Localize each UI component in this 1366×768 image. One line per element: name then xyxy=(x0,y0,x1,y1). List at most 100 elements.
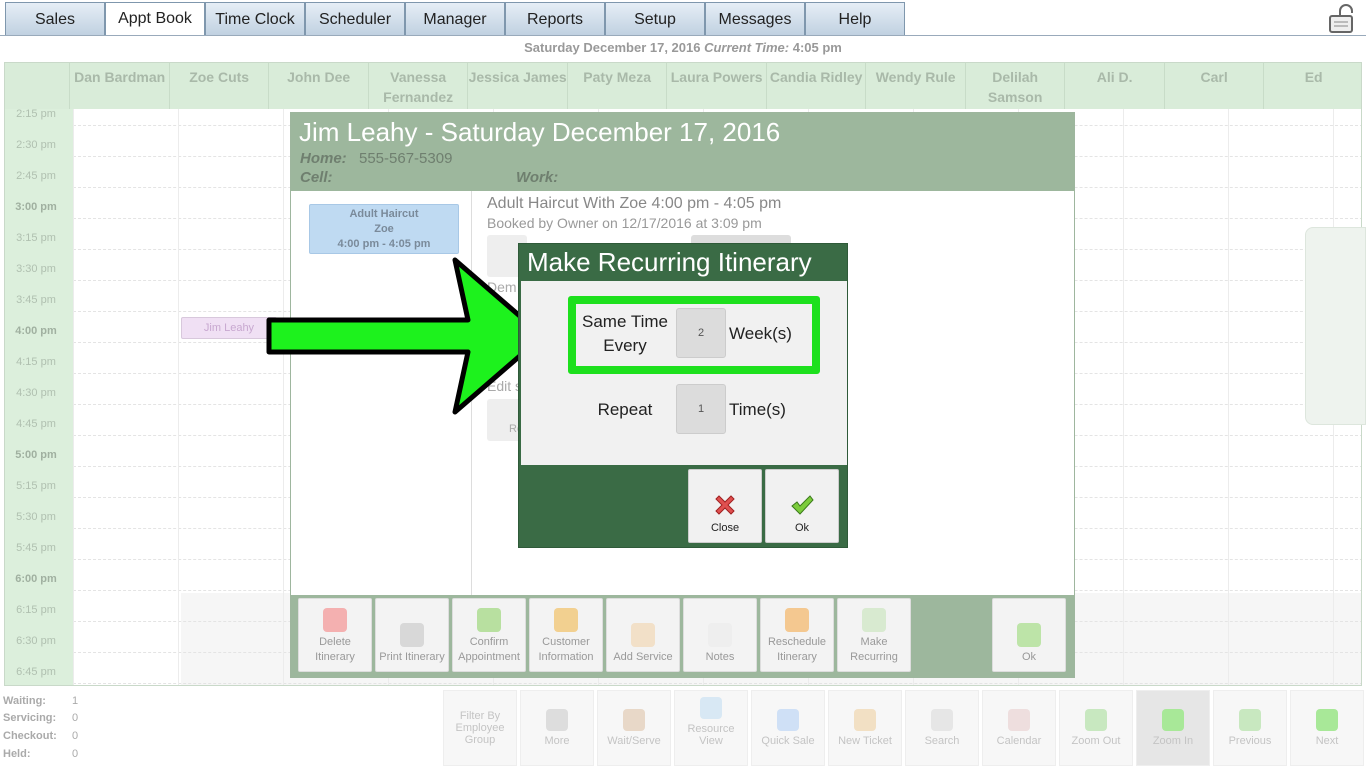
ok-button[interactable]: Ok xyxy=(765,469,839,543)
toolbar-button-label: Search xyxy=(924,735,960,747)
time-slot-label: 4:15 pm xyxy=(16,356,56,368)
tab-sales[interactable]: Sales xyxy=(5,2,105,36)
employee-column-header[interactable]: Ali D. xyxy=(1064,63,1164,109)
side-nav-panel[interactable] xyxy=(1305,227,1366,425)
quick-sale-icon xyxy=(777,709,799,731)
employee-column-header[interactable]: Paty Meza xyxy=(566,63,667,109)
toolbar-button-label: New Ticket xyxy=(838,735,892,747)
scissors-icon xyxy=(631,623,655,647)
time-slot-label: 6:30 pm xyxy=(16,635,56,647)
employee-column-header[interactable]: Vanessa Fernandez xyxy=(367,63,468,109)
current-date-time: Saturday December 17, 2016 Current Time:… xyxy=(0,40,1366,55)
toolbar-button-label: Resource View xyxy=(687,723,735,747)
time-slot-label: 6:45 pm xyxy=(16,666,56,678)
toolbar-button-label: Zoom In xyxy=(1152,735,1194,747)
employee-column-header[interactable]: John Dee xyxy=(268,63,368,109)
smiley-icon xyxy=(477,608,501,632)
delete-icon xyxy=(323,608,347,632)
customer-information-button[interactable]: Customer Information xyxy=(529,598,603,672)
toolbar-button-label: Next xyxy=(1315,735,1339,747)
tab-messages[interactable]: Messages xyxy=(705,2,805,36)
held-label: Held: xyxy=(3,748,31,760)
time-slot-label: 2:30 pm xyxy=(16,139,56,151)
make-recurring-button[interactable]: Make Recurring xyxy=(837,598,911,672)
cell-phone-label: Cell: xyxy=(300,169,333,186)
employee-header-row: Dan Bardman Zoe Cuts John Dee Vanessa Ferna… xyxy=(5,63,1361,109)
main-nav: Sales Appt Book Time Clock Scheduler Manager… xyxy=(5,2,905,36)
quick-sale-button[interactable]: Quick Sale xyxy=(751,690,825,766)
footer-button-label: Print Itinerary xyxy=(379,651,445,663)
repeat-times-input[interactable]: 1 xyxy=(676,384,726,434)
employee-column-header[interactable]: Wendy Rule xyxy=(865,63,965,109)
checkmark-icon xyxy=(791,495,814,515)
toolbar-button-label: More xyxy=(544,735,570,747)
footer-button-label: Reschedule Itinerary xyxy=(767,636,827,663)
itinerary-header: Jim Leahy - Saturday December 17, 2016 H… xyxy=(291,113,1074,191)
recurring-body: Same Time Every 2 Week(s) Repeat 1 Time(… xyxy=(521,281,847,465)
column-divider xyxy=(1228,109,1229,685)
notes-button[interactable]: Notes xyxy=(683,598,757,672)
close-button-label: Close xyxy=(710,522,740,534)
current-time-value: 4:05 pm xyxy=(792,40,842,55)
new-ticket-button[interactable]: New Ticket xyxy=(828,690,902,766)
add-service-button[interactable]: Add Service xyxy=(606,598,680,672)
delete-itinerary-button[interactable]: Delete Itinerary xyxy=(298,598,372,672)
tab-setup[interactable]: Setup xyxy=(605,2,705,36)
time-slot-label: 3:00 pm xyxy=(15,201,57,213)
ok-button-label: Ok xyxy=(794,522,810,534)
resource-view-button[interactable]: Resource View xyxy=(674,690,748,766)
held-count: 0 xyxy=(72,748,79,760)
time-slot-label: 3:30 pm xyxy=(16,263,56,275)
employee-column-header[interactable]: Carl xyxy=(1163,63,1264,109)
ok-button[interactable]: Ok xyxy=(992,598,1066,672)
employee-column-header[interactable]: Dan Bardman xyxy=(69,63,169,109)
search-button[interactable]: Search xyxy=(905,690,979,766)
more-button[interactable]: More xyxy=(520,690,594,766)
wait-serve-button[interactable]: Wait/Serve xyxy=(597,690,671,766)
time-slot-label: 2:45 pm xyxy=(16,170,56,182)
appointment-card[interactable]: Adult Haircut Zoe 4:00 pm - 4:05 pm xyxy=(309,204,459,254)
toolbar-button-label: Wait/Serve xyxy=(607,735,661,747)
footer-button-label: Delete Itinerary xyxy=(315,636,355,663)
employee-column-header[interactable]: Jessica James xyxy=(467,63,567,109)
tab-appt-book[interactable]: Appt Book xyxy=(105,2,205,36)
employee-column-header[interactable]: Ed xyxy=(1263,63,1361,109)
time-slot-label: 6:15 pm xyxy=(16,604,56,616)
confirm-appointment-button[interactable]: Confirm Appointment xyxy=(452,598,526,672)
tab-help[interactable]: Help xyxy=(805,2,905,36)
person-icon xyxy=(554,608,578,632)
checkout-label: Checkout: xyxy=(3,730,57,742)
time-slot-label: 5:15 pm xyxy=(16,480,56,492)
employee-column-header[interactable]: Laura Powers xyxy=(666,63,766,109)
employee-column-header[interactable]: Zoe Cuts xyxy=(168,63,269,109)
print-itinerary-button[interactable]: Print Itinerary xyxy=(375,598,449,672)
zoom-out-button[interactable]: Zoom Out xyxy=(1059,690,1133,766)
tab-manager[interactable]: Manager xyxy=(405,2,505,36)
time-slot-label: 4:45 pm xyxy=(16,418,56,430)
time-slot-label: 5:30 pm xyxy=(16,511,56,523)
employee-column-header[interactable]: Delilah Samson xyxy=(964,63,1065,109)
tab-time-clock[interactable]: Time Clock xyxy=(205,2,305,36)
lock-icon[interactable] xyxy=(1326,4,1358,34)
tab-scheduler[interactable]: Scheduler xyxy=(305,2,405,36)
column-divider xyxy=(1123,109,1124,685)
close-button[interactable]: Close xyxy=(688,469,762,543)
same-time-every-label: Same Time Every xyxy=(582,312,668,355)
tab-reports[interactable]: Reports xyxy=(505,2,605,36)
weeks-input[interactable]: 2 xyxy=(676,308,726,358)
next-button[interactable]: Next xyxy=(1290,690,1364,766)
employee-column-header[interactable]: Candia Ridley xyxy=(765,63,866,109)
zoom-in-button[interactable]: Zoom In xyxy=(1136,690,1210,766)
footer-button-label: Notes xyxy=(705,651,735,663)
calendar-button[interactable]: Calendar xyxy=(982,690,1056,766)
service-title: Adult Haircut With Zoe 4:00 pm - 4:05 pm xyxy=(487,195,782,212)
previous-button[interactable]: Previous xyxy=(1213,690,1287,766)
toolbar-button-label: Zoom Out xyxy=(1071,735,1121,747)
card-service: Adult Haircut xyxy=(349,208,419,220)
time-slot-label: 3:45 pm xyxy=(16,294,56,306)
reschedule-itinerary-button[interactable]: Reschedule Itinerary xyxy=(760,598,834,672)
column-divider xyxy=(73,109,74,685)
filter-button[interactable]: Filter By Employee Group xyxy=(443,690,517,766)
date-text: Saturday December 17, 2016 xyxy=(524,40,701,55)
resource-view-icon xyxy=(700,697,722,719)
